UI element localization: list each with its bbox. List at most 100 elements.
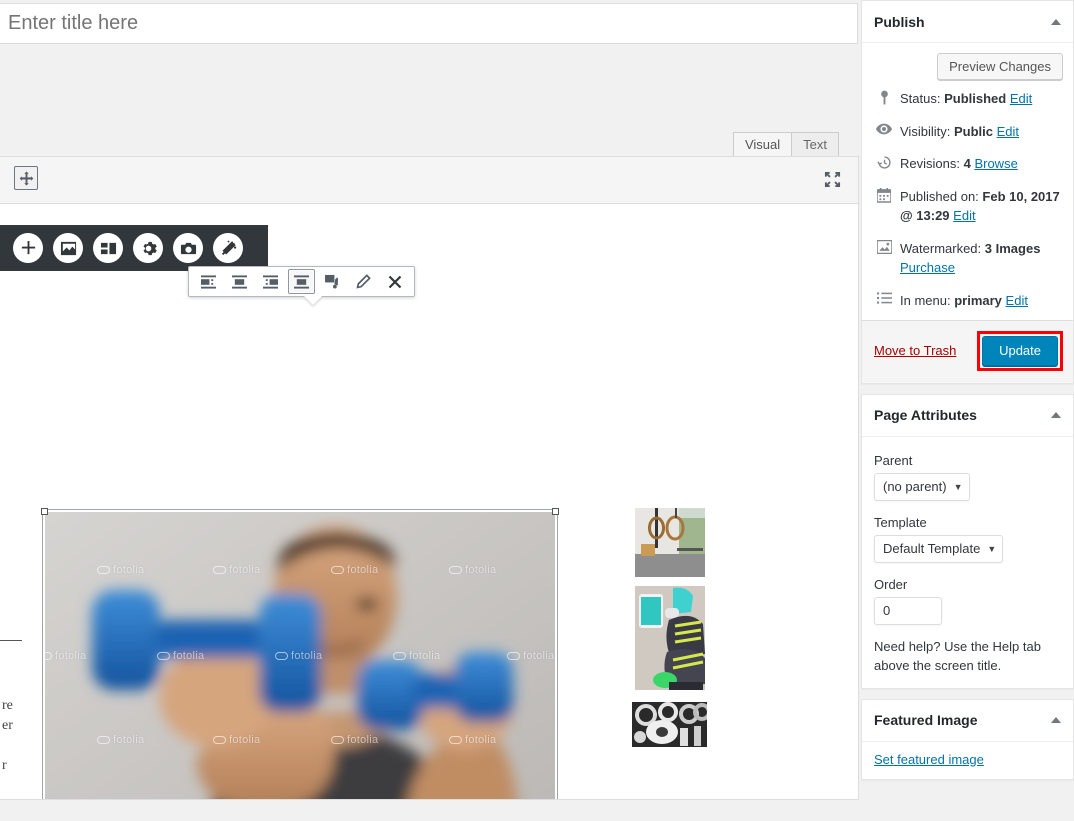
layout-icon[interactable] bbox=[93, 233, 123, 263]
published-on-row: Published on: Feb 10, 2017 @ 13:29 Edit bbox=[862, 184, 1073, 229]
order-input[interactable] bbox=[874, 597, 942, 625]
chevron-up-icon[interactable] bbox=[1051, 717, 1061, 723]
template-value: Default Template bbox=[883, 541, 980, 556]
visibility-row: Visibility: Public Edit bbox=[862, 119, 1073, 145]
toolbar-pointer bbox=[304, 296, 322, 305]
gallery-icon[interactable] bbox=[319, 269, 346, 294]
thumbnail-dark-equipment[interactable] bbox=[632, 702, 707, 747]
align-right-button[interactable] bbox=[257, 269, 284, 294]
watermark-text: fotolia bbox=[97, 734, 144, 746]
chevron-down-icon: ▼ bbox=[987, 544, 996, 554]
template-select[interactable]: Default Template ▼ bbox=[874, 535, 1003, 563]
align-center-button[interactable] bbox=[226, 269, 253, 294]
page-attributes-header[interactable]: Page Attributes bbox=[862, 395, 1073, 437]
in-menu-value: primary bbox=[954, 293, 1002, 308]
move-icon[interactable] bbox=[14, 166, 38, 190]
featured-image-header[interactable]: Featured Image bbox=[862, 700, 1073, 742]
chevron-down-icon: ▼ bbox=[954, 482, 963, 492]
chevron-up-icon[interactable] bbox=[1051, 19, 1061, 25]
calendar-icon bbox=[874, 187, 894, 203]
publish-panel-title: Publish bbox=[874, 14, 925, 30]
publish-actions: Move to Trash Update bbox=[862, 320, 1073, 383]
sidebar: Publish Preview Changes Status: Publishe… bbox=[861, 0, 1074, 821]
watermark-text: fotolia bbox=[449, 734, 496, 746]
thumbnail-gym-rings[interactable] bbox=[635, 508, 705, 577]
thumbnail-sneakers[interactable] bbox=[635, 586, 705, 690]
watermark-text: fotolia bbox=[507, 650, 554, 662]
browse-revisions-link[interactable]: Browse bbox=[974, 156, 1017, 171]
page-attributes-body: Parent (no parent) ▼ Template Default Te… bbox=[862, 437, 1073, 688]
watermark-text: fotolia bbox=[213, 564, 260, 576]
publish-panel: Publish Preview Changes Status: Publishe… bbox=[861, 0, 1074, 384]
image-alignment-toolbar bbox=[188, 266, 415, 297]
move-to-trash-link[interactable]: Move to Trash bbox=[874, 343, 956, 358]
plus-icon[interactable] bbox=[13, 233, 43, 263]
pencil-icon[interactable] bbox=[350, 269, 377, 294]
backup-clock-icon bbox=[874, 154, 894, 170]
help-note: Need help? Use the Help tab above the sc… bbox=[874, 637, 1061, 676]
visibility-value: Public bbox=[954, 124, 993, 139]
watermark-image-icon bbox=[874, 239, 894, 254]
status-text: Status: Published Edit bbox=[900, 89, 1032, 109]
media-button-bar bbox=[0, 225, 268, 271]
purchase-link[interactable]: Purchase bbox=[900, 260, 955, 275]
edit-status-link[interactable]: Edit bbox=[1010, 91, 1032, 106]
preview-row: Preview Changes bbox=[862, 43, 1073, 86]
visibility-text: Visibility: Public Edit bbox=[900, 122, 1019, 142]
published-on-label: Published on: bbox=[900, 189, 979, 204]
watermarked-text: Watermarked: 3 Images Purchase bbox=[900, 239, 1063, 278]
featured-image-body: Set featured image bbox=[862, 742, 1073, 779]
visibility-eye-icon bbox=[874, 122, 894, 135]
update-button-highlight: Update bbox=[977, 331, 1063, 371]
watermarked-label: Watermarked: bbox=[900, 241, 981, 256]
text-fragment: r bbox=[2, 758, 7, 774]
editor-content-area[interactable]: re er r d is g ct bbox=[0, 205, 858, 799]
set-featured-image-link[interactable]: Set featured image bbox=[874, 752, 984, 767]
watermarked-value: 3 Images bbox=[985, 241, 1041, 256]
chevron-up-icon[interactable] bbox=[1051, 412, 1061, 418]
watermark-text: fotolia bbox=[213, 734, 260, 746]
watermark-text: fotolia bbox=[331, 734, 378, 746]
resize-handle-top-left[interactable] bbox=[41, 508, 48, 515]
resize-handle-top-right[interactable] bbox=[552, 508, 559, 515]
status-row: Status: Published Edit bbox=[862, 86, 1073, 112]
post-title-input[interactable] bbox=[0, 4, 857, 43]
align-none-button[interactable] bbox=[288, 269, 315, 294]
in-menu-label: In menu: bbox=[900, 293, 951, 308]
watermark-text: fotolia bbox=[449, 564, 496, 576]
featured-image-title: Featured Image bbox=[874, 712, 977, 728]
tab-text[interactable]: Text bbox=[791, 132, 839, 157]
update-button[interactable]: Update bbox=[982, 336, 1058, 366]
camera-icon[interactable] bbox=[173, 233, 203, 263]
close-x-icon[interactable] bbox=[381, 269, 408, 294]
page-attributes-panel: Page Attributes Parent (no parent) ▼ Tem… bbox=[861, 394, 1074, 689]
gear-icon[interactable] bbox=[133, 233, 163, 263]
tab-visual[interactable]: Visual bbox=[733, 132, 792, 157]
parent-value: (no parent) bbox=[883, 479, 947, 494]
in-menu-text: In menu: primary Edit bbox=[900, 291, 1028, 311]
order-label: Order bbox=[874, 577, 1061, 592]
fullscreen-collapse-icon[interactable] bbox=[820, 167, 844, 191]
status-label: Status: bbox=[900, 91, 940, 106]
image-icon[interactable] bbox=[53, 233, 83, 263]
editor-mode-tabs: Visual Text bbox=[733, 131, 839, 156]
publish-panel-header[interactable]: Publish bbox=[862, 1, 1073, 43]
selected-image-wrapper[interactable]: fotolia fotolia fotolia fotolia fotolia … bbox=[45, 512, 555, 799]
wand-icon[interactable] bbox=[213, 233, 243, 263]
align-left-button[interactable] bbox=[195, 269, 222, 294]
watermark-text: fotolia bbox=[45, 650, 86, 662]
status-value: Published bbox=[944, 91, 1006, 106]
watermark-text: fotolia bbox=[157, 650, 204, 662]
selected-image[interactable]: fotolia fotolia fotolia fotolia fotolia … bbox=[45, 512, 555, 799]
post-editor-column: Visual Text re bbox=[0, 0, 861, 821]
edit-visibility-link[interactable]: Edit bbox=[997, 124, 1019, 139]
edit-menu-link[interactable]: Edit bbox=[1006, 293, 1028, 308]
edit-published-on-link[interactable]: Edit bbox=[953, 208, 975, 223]
featured-image-panel: Featured Image Set featured image bbox=[861, 699, 1074, 780]
preview-changes-button[interactable]: Preview Changes bbox=[937, 53, 1063, 80]
visibility-label: Visibility: bbox=[900, 124, 950, 139]
page-attributes-title: Page Attributes bbox=[874, 407, 977, 423]
post-title-field[interactable] bbox=[0, 3, 858, 44]
parent-select[interactable]: (no parent) ▼ bbox=[874, 473, 970, 501]
watermark-text: fotolia bbox=[275, 650, 322, 662]
